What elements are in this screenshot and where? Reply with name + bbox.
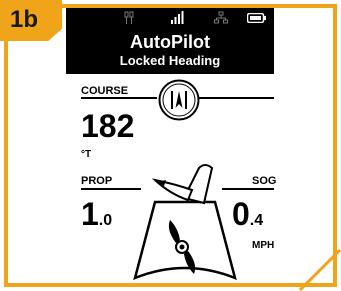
motor-direction-icon [133,164,237,281]
signal-icon [171,11,184,24]
corner-decoration [299,249,341,291]
ethernet-icon [214,11,228,24]
figure-badge-label: 1b [10,6,39,33]
sog-label: SOG [252,175,277,187]
header-bar: AutoPilot Locked Heading [66,8,274,74]
prop-value-int: 1 [81,196,99,232]
device-screen-figure: AutoPilot Locked Heading COURSE 182 °T P… [0,0,341,291]
course-divider-right [199,97,274,99]
prop-value: 1.0 [81,196,112,233]
course-unit: °T [81,149,92,160]
sog-unit: MPH [252,240,275,251]
battery-icon [247,13,266,23]
autopilot-mode-icon[interactable] [157,78,201,122]
prop-label: PROP [81,175,113,187]
course-label: COURSE [81,85,129,97]
course-value: 182 [81,108,135,144]
page-title: AutoPilot [130,32,210,52]
page-subtitle: Locked Heading [119,53,221,68]
sog-value-dec: .4 [249,212,264,229]
prop-value-dec: .0 [98,212,113,229]
course-divider [81,97,157,99]
network-icon [124,11,134,24]
status-row [66,8,274,28]
